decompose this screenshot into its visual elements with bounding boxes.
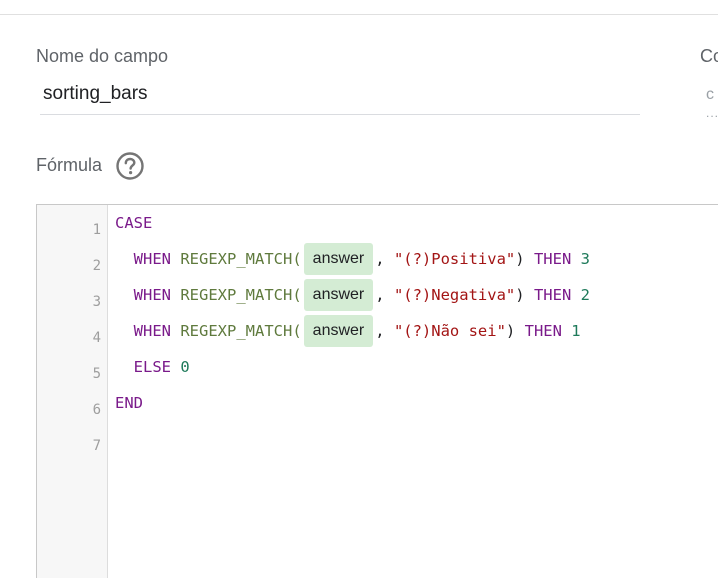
function-regexp-match: REGEXP_MATCH( (180, 250, 302, 268)
keyword-when: WHEN (133, 250, 171, 268)
formula-editor[interactable]: 1 2 3 4 5 6 7 CASE WHEN REGEXP_MATCH(ans… (36, 204, 718, 578)
question-circle-icon[interactable] (115, 151, 145, 181)
calculated-field-editor: Nome do campo sorting_bars Co c ... Fórm… (0, 0, 718, 578)
field-name-label: Nome do campo (36, 46, 169, 66)
string-literal: "(?)Negativa" (393, 286, 516, 304)
field-chip-answer[interactable]: answer (303, 315, 374, 347)
keyword-case: CASE (115, 214, 153, 232)
number-literal: 1 (571, 322, 581, 340)
line-number-gutter: 1 2 3 4 5 6 7 (37, 205, 108, 578)
keyword-when: WHEN (133, 286, 171, 304)
string-literal: "(?)Não sei" (393, 322, 506, 340)
line-number: 7 (92, 438, 101, 454)
line-number: 6 (92, 402, 101, 418)
close-paren: ) (505, 322, 516, 340)
line-number: 4 (92, 330, 101, 346)
close-paren: ) (515, 286, 525, 304)
side-field-ellipsis: ... (706, 106, 718, 120)
line-number: 1 (92, 222, 101, 238)
keyword-when: WHEN (133, 322, 171, 340)
code-line: ELSE 0 (115, 353, 190, 381)
field-chip-answer[interactable]: answer (303, 279, 374, 311)
string-literal: "(?)Positiva" (393, 250, 516, 268)
close-paren: ) (515, 250, 525, 268)
function-regexp-match: REGEXP_MATCH( (180, 286, 302, 304)
code-line: END (115, 389, 143, 417)
comma: , (375, 286, 385, 304)
field-chip-answer[interactable]: answer (303, 243, 374, 275)
number-literal: 0 (180, 358, 190, 376)
keyword-end: END (115, 394, 143, 412)
field-name-input[interactable]: sorting_bars (40, 80, 640, 115)
number-literal: 2 (580, 286, 590, 304)
code-line: WHEN REGEXP_MATCH(answer, "(?)Não sei") … (115, 315, 581, 347)
side-field-placeholder: c (706, 86, 714, 103)
top-divider (0, 14, 718, 15)
line-number: 5 (92, 366, 101, 382)
keyword-then: THEN (533, 286, 572, 304)
code-line: CASE (115, 209, 152, 237)
line-number: 3 (92, 294, 101, 310)
function-regexp-match: REGEXP_MATCH( (180, 322, 302, 340)
code-line: WHEN REGEXP_MATCH(answer, "(?)Negativa")… (115, 279, 590, 311)
formula-label: Fórmula (36, 155, 103, 175)
field-name-value: sorting_bars (43, 83, 148, 104)
line-number: 2 (92, 258, 101, 274)
number-literal: 3 (580, 250, 590, 268)
side-field-label: Co (700, 46, 718, 66)
comma: , (375, 322, 385, 340)
side-field-input[interactable]: c ... (700, 80, 718, 120)
keyword-then: THEN (533, 250, 572, 268)
comma: , (375, 250, 385, 268)
keyword-then: THEN (524, 322, 562, 340)
code-line: WHEN REGEXP_MATCH(answer, "(?)Positiva")… (115, 243, 590, 275)
keyword-else: ELSE (133, 358, 171, 376)
